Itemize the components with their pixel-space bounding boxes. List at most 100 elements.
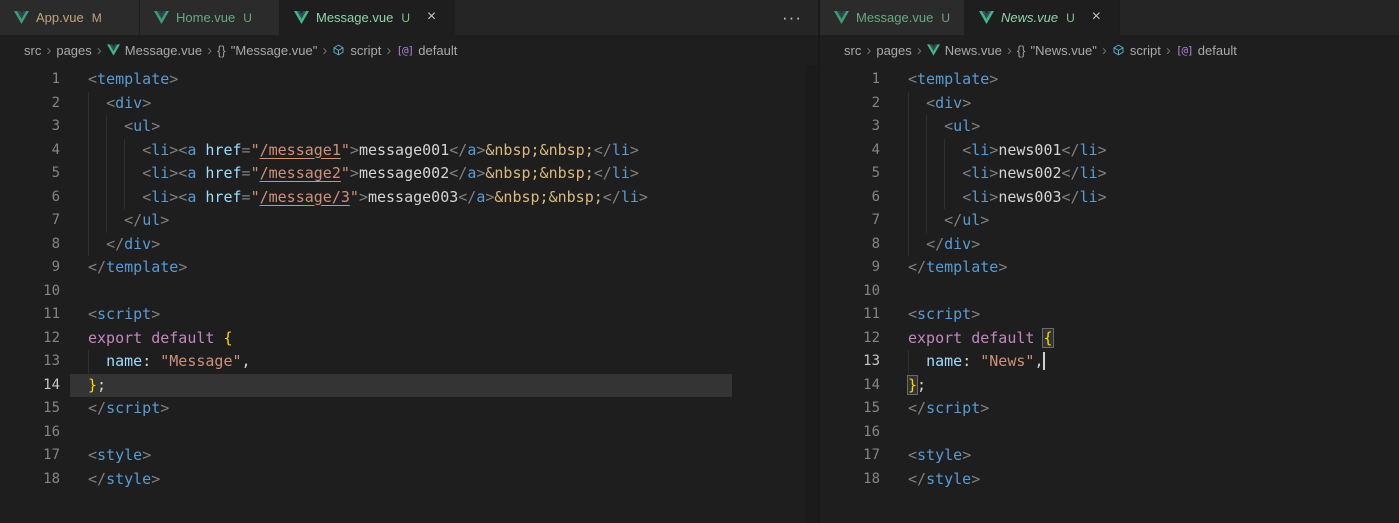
code-line[interactable]: 10 — [820, 280, 1399, 304]
code-line-content: </div> — [70, 232, 732, 256]
line-number[interactable]: 17 — [820, 444, 880, 468]
line-number[interactable]: 13 — [820, 350, 880, 374]
code-line[interactable]: 3 <ul> — [0, 115, 732, 139]
line-number[interactable]: 1 — [820, 68, 880, 92]
code-line[interactable]: 18 </style> — [820, 468, 1399, 492]
line-number[interactable]: 13 — [0, 350, 60, 374]
more-actions-button[interactable]: ··· — [782, 0, 802, 35]
breadcrumb-item-message-vue[interactable]: Message.vue — [106, 43, 202, 58]
code-line[interactable]: 7 </ul> — [0, 209, 732, 233]
code-line[interactable]: 6 <li>news003</li> — [820, 185, 1399, 210]
code-line[interactable]: 6 <li><a href="/message/3">message003</a… — [0, 185, 732, 210]
code-line[interactable]: 17 <style> — [0, 444, 732, 468]
tab-message-vue[interactable]: Message.vue U × — [280, 0, 455, 35]
line-number[interactable]: 8 — [0, 233, 60, 257]
line-number[interactable]: 9 — [820, 256, 880, 280]
code-line[interactable]: 12 export default { — [820, 327, 1399, 351]
line-number[interactable]: 17 — [0, 444, 60, 468]
code-line[interactable]: 13 name: "Message", — [0, 350, 732, 374]
breadcrumb-item-default[interactable]: [@] default — [1176, 43, 1237, 58]
line-number[interactable]: 1 — [0, 68, 60, 92]
line-number[interactable]: 14 — [0, 374, 60, 398]
line-number[interactable]: 5 — [820, 162, 880, 186]
line-number[interactable]: 4 — [820, 139, 880, 163]
code-line[interactable]: 5 <li><a href="/message2">message002</a>… — [0, 162, 732, 186]
line-number[interactable]: 14 — [820, 374, 880, 398]
code-line[interactable]: 2 <div> — [820, 91, 1399, 116]
line-number[interactable]: 5 — [0, 162, 60, 186]
breadcrumb-item-pages[interactable]: pages — [876, 43, 911, 58]
line-number[interactable]: 16 — [0, 421, 60, 445]
line-number[interactable]: 15 — [0, 397, 60, 421]
line-number[interactable]: 6 — [820, 186, 880, 210]
code-line[interactable]: 16 — [820, 421, 1399, 445]
code-line[interactable]: 5 <li>news002</li> — [820, 162, 1399, 186]
code-line[interactable]: 4 <li><a href="/message1">message001</a>… — [0, 138, 732, 163]
tab-app-vue[interactable]: App.vue M — [0, 0, 140, 35]
code-line[interactable]: 8 </div> — [820, 232, 1399, 257]
code-line[interactable]: 11 <script> — [0, 303, 732, 327]
tab-home-vue[interactable]: Home.vue U — [140, 0, 280, 35]
code-line[interactable]: 9 </template> — [820, 256, 1399, 280]
code-line[interactable]: 10 — [0, 280, 732, 304]
line-number[interactable]: 11 — [820, 303, 880, 327]
code-token: > — [989, 140, 999, 159]
code-line[interactable]: 18 </style> — [0, 468, 732, 492]
code-line[interactable]: 4 <li>news001</li> — [820, 138, 1399, 163]
breadcrumb-item-script[interactable]: script — [1112, 43, 1161, 58]
breadcrumb-item-default[interactable]: [@] default — [396, 43, 457, 58]
line-number[interactable]: 6 — [0, 186, 60, 210]
breadcrumb-item-src[interactable]: src — [24, 43, 41, 58]
code-line[interactable]: 15 </script> — [820, 397, 1399, 421]
code-line[interactable]: 14}; — [0, 373, 732, 398]
line-number[interactable]: 2 — [820, 92, 880, 116]
line-number[interactable]: 7 — [820, 209, 880, 233]
breadcrumb-item-src[interactable]: src — [844, 43, 861, 58]
line-number[interactable]: 4 — [0, 139, 60, 163]
line-number[interactable]: 12 — [820, 327, 880, 351]
code-token: > — [989, 164, 999, 182]
breadcrumb-item-script[interactable]: script — [332, 43, 381, 58]
tab-message-vue[interactable]: Message.vue U — [820, 0, 965, 35]
code-line[interactable]: 13 name: "News", — [820, 350, 1399, 374]
breadcrumb-item-news-vue[interactable]: News.vue — [926, 43, 1002, 58]
line-number[interactable]: 8 — [820, 233, 880, 257]
code-line[interactable]: 2 <div> — [0, 91, 732, 116]
code-line[interactable]: 1 <template> — [0, 68, 732, 92]
line-number[interactable]: 9 — [0, 256, 60, 280]
line-number[interactable]: 16 — [820, 421, 880, 445]
close-tab-icon[interactable]: × — [423, 9, 440, 26]
line-number[interactable]: 3 — [0, 115, 60, 139]
code-line[interactable]: 14}; — [820, 374, 1399, 398]
code-line[interactable]: 11 <script> — [820, 303, 1399, 327]
line-number[interactable]: 15 — [820, 397, 880, 421]
code-line[interactable]: 9 </template> — [0, 256, 732, 280]
code-line[interactable]: 16 — [0, 421, 732, 445]
code-line[interactable]: 3 <ul> — [820, 115, 1399, 139]
close-tab-icon[interactable]: × — [1088, 9, 1105, 26]
code-line[interactable]: 8 </div> — [0, 232, 732, 257]
line-number[interactable]: 3 — [820, 115, 880, 139]
line-number[interactable]: 11 — [0, 303, 60, 327]
code-line[interactable]: 12 export default { — [0, 327, 732, 351]
code-editor-right[interactable]: 1 <template> 2 <div> 3 <ul> 4 <li>news001</l… — [820, 65, 1399, 523]
breadcrumb-item--news-vue-[interactable]: {} "News.vue" — [1017, 43, 1097, 58]
breadcrumb-item--message-vue-[interactable]: {} "Message.vue" — [217, 43, 317, 58]
minimap[interactable] — [732, 69, 804, 101]
line-number[interactable]: 18 — [820, 468, 880, 492]
code-token: news002 — [998, 164, 1062, 182]
code-line[interactable]: 7 </ul> — [820, 209, 1399, 233]
line-number[interactable]: 10 — [820, 280, 880, 304]
line-number[interactable]: 18 — [0, 468, 60, 492]
code-line[interactable]: 1 <template> — [820, 68, 1399, 92]
code-line[interactable]: 15 </script> — [0, 397, 732, 421]
breadcrumb-item-pages[interactable]: pages — [56, 43, 91, 58]
code-token: template — [926, 258, 999, 276]
line-number[interactable]: 2 — [0, 92, 60, 116]
tab-news-vue[interactable]: News.vue U × — [965, 0, 1120, 35]
code-line[interactable]: 17 <style> — [820, 444, 1399, 468]
line-number[interactable]: 7 — [0, 209, 60, 233]
line-number[interactable]: 10 — [0, 280, 60, 304]
line-number[interactable]: 12 — [0, 327, 60, 351]
code-editor-left[interactable]: 1 <template> 2 <div> 3 <ul> 4 <li><a href="/… — [0, 65, 818, 523]
